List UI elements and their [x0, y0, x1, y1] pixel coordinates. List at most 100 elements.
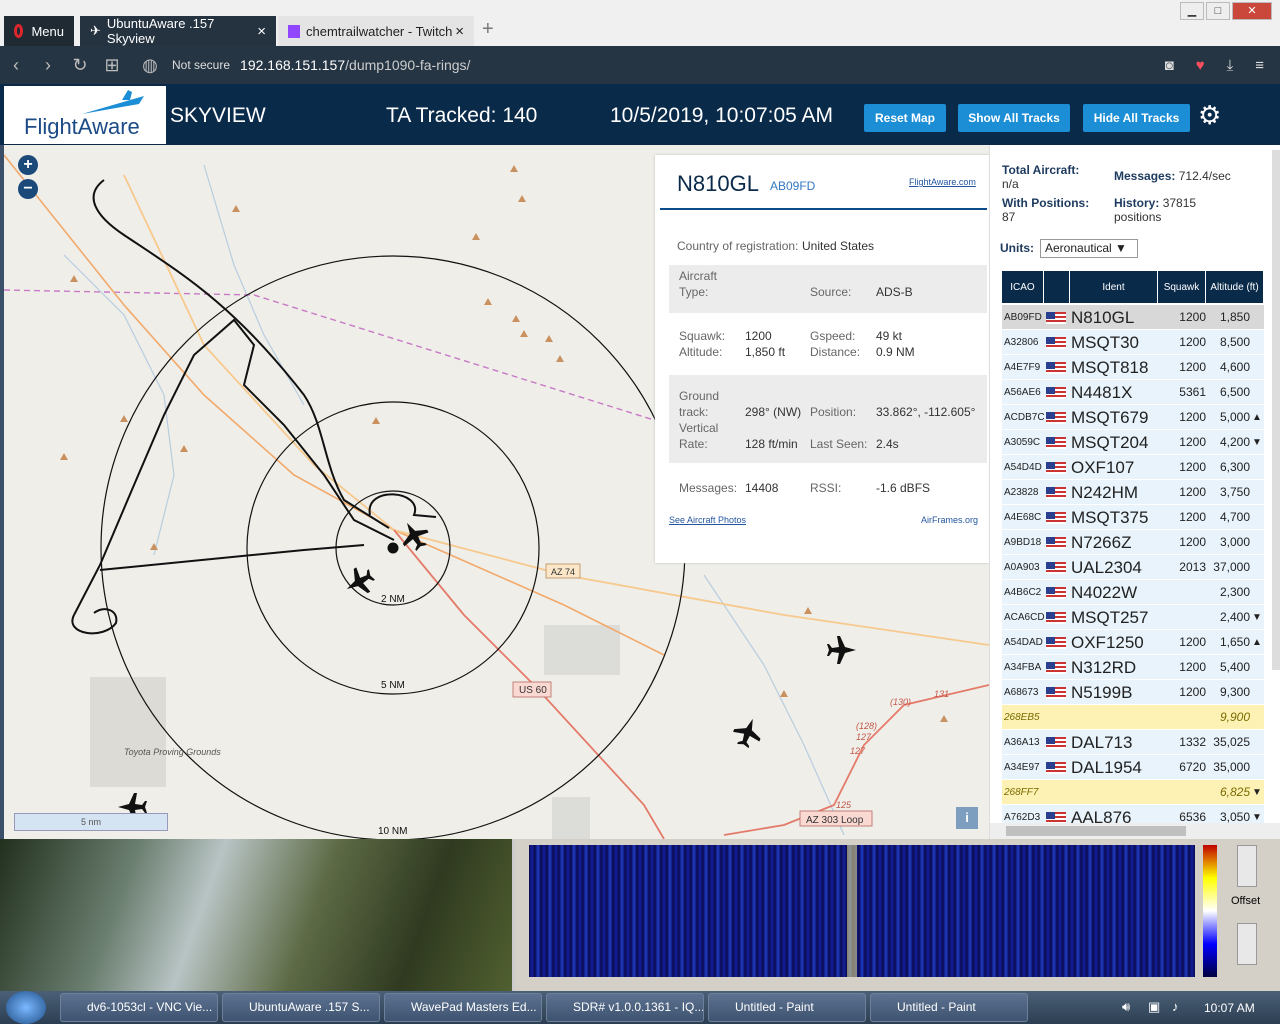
- col-altitude[interactable]: Altitude (ft): [1206, 271, 1264, 303]
- cell-ident: MSQT818: [1071, 358, 1149, 377]
- gspeed-label: Gspeed:: [810, 329, 856, 343]
- flightaware-link[interactable]: FlightAware.com: [909, 177, 976, 187]
- taskbar-item-browser[interactable]: UbuntuAware .157 S...: [222, 993, 380, 1022]
- new-tab-button[interactable]: +: [482, 18, 494, 41]
- table-row[interactable]: A4E68C MSQT375 1200 4,700: [1002, 505, 1264, 530]
- opera-menu-button[interactable]: Menu: [4, 16, 74, 46]
- start-button[interactable]: [6, 991, 46, 1024]
- aircraft-icon[interactable]: [395, 516, 434, 555]
- gain-slider[interactable]: [1237, 845, 1257, 887]
- taskbar-item-sdr[interactable]: SDR# v1.0.0.1361 - IQ...: [546, 993, 704, 1022]
- col-squawk[interactable]: Squawk: [1158, 271, 1206, 303]
- back-icon[interactable]: ‹: [0, 55, 32, 76]
- table-row[interactable]: A54D4D OXF107 1200 6,300: [1002, 455, 1264, 480]
- horizontal-scrollbar[interactable]: [990, 823, 1280, 839]
- logo-text: FlightAware: [24, 114, 140, 139]
- taskbar-item-paint[interactable]: Untitled - Paint: [708, 993, 866, 1022]
- download-icon[interactable]: ⤓: [1227, 57, 1234, 74]
- table-row[interactable]: A4E7F9 MSQT818 1200 4,600: [1002, 355, 1264, 380]
- table-row[interactable]: 268EB5 9,900: [1002, 705, 1264, 730]
- browser-tab-bar: Menu ✈ UbuntuAware .157 Skyview × chemtr…: [0, 0, 1280, 46]
- tab-twitch[interactable]: chemtrailwatcher - Twitch ×: [278, 16, 474, 46]
- taskbar-item-vnc[interactable]: dv6-1053cl - VNC Vie...: [60, 993, 218, 1022]
- taskbar-clock[interactable]: 10:07 AM: [1204, 1001, 1255, 1015]
- table-row[interactable]: A3059C MSQT204 1200 4,200 ▼: [1002, 430, 1264, 455]
- aircraft-icon[interactable]: [340, 562, 379, 601]
- cell-altitude: 5,000: [1219, 410, 1250, 424]
- taskbar-item-wavepad[interactable]: WavePad Masters Ed...: [384, 993, 542, 1022]
- scroll-thumb[interactable]: [1006, 826, 1186, 836]
- squawk-value: 1200: [745, 329, 772, 343]
- cell-altitude: 37,000: [1213, 560, 1250, 574]
- heart-icon[interactable]: ♥: [1196, 57, 1205, 74]
- camera-icon[interactable]: ◙: [1165, 57, 1174, 74]
- maximize-button[interactable]: □: [1206, 2, 1230, 20]
- cell-icao: A9BD18: [1004, 537, 1042, 548]
- table-row[interactable]: A56AE6 N4481X 5361 6,500: [1002, 380, 1264, 405]
- sdr-waterfall-display[interactable]: [529, 845, 1195, 977]
- table-row[interactable]: A68673 N5199B 1200 9,300: [1002, 680, 1264, 705]
- table-row[interactable]: A34E97 DAL1954 6720 35,000: [1002, 755, 1264, 780]
- hide-all-tracks-button[interactable]: Hide All Tracks: [1083, 104, 1190, 132]
- security-indicator[interactable]: Not secure: [172, 58, 230, 72]
- road-label: AZ 303 Loop: [806, 815, 864, 826]
- taskbar-item-paint-2[interactable]: Untitled - Paint: [870, 993, 1028, 1022]
- vertical-scrollbar[interactable]: [1272, 150, 1280, 670]
- col-ident[interactable]: Ident: [1070, 271, 1158, 303]
- cell-altitude: 6,300: [1219, 460, 1250, 474]
- minimize-button[interactable]: ▁: [1180, 2, 1204, 20]
- us-flag-icon: [1046, 587, 1066, 599]
- easy-setup-icon[interactable]: ≡: [1255, 57, 1264, 74]
- map-info-button[interactable]: i: [956, 807, 978, 829]
- volume-icon[interactable]: 🔊︎: [1122, 999, 1130, 1015]
- speed-dial-icon[interactable]: ⊞: [96, 55, 128, 76]
- us-flag-icon: [1046, 687, 1066, 699]
- url-path: /dump1090-fa-rings/: [345, 57, 471, 73]
- speaker-icon[interactable]: ♪: [1172, 999, 1179, 1014]
- table-row[interactable]: A9BD18 N7266Z 1200 3,000: [1002, 530, 1264, 555]
- zoom-out-button[interactable]: −: [18, 179, 38, 199]
- col-flag[interactable]: [1044, 271, 1070, 303]
- tab-close-icon[interactable]: ×: [257, 23, 266, 40]
- selected-aircraft-panel: N810GL AB09FD FlightAware.com Country of…: [655, 155, 989, 563]
- cell-ident: DAL1954: [1071, 758, 1142, 777]
- table-row[interactable]: A23828 N242HM 1200 3,750: [1002, 480, 1264, 505]
- forward-icon[interactable]: ›: [32, 55, 64, 76]
- reload-icon[interactable]: ↻: [64, 55, 96, 76]
- col-icao[interactable]: ICAO: [1002, 271, 1044, 303]
- close-window-button[interactable]: ✕: [1232, 2, 1272, 20]
- url-field[interactable]: 192.168.151.157/dump1090-fa-rings/: [240, 57, 470, 73]
- table-row[interactable]: A34FBA N312RD 1200 5,400: [1002, 655, 1264, 680]
- cell-ident: MSQT204: [1071, 433, 1149, 452]
- table-row[interactable]: 268FF7 6,825 ▼: [1002, 780, 1264, 805]
- table-row[interactable]: A36A13 DAL713 1332 35,025: [1002, 730, 1264, 755]
- country-row: Country of registration: United States: [669, 239, 987, 257]
- cell-icao: A4E68C: [1004, 512, 1042, 523]
- tab-skyview[interactable]: ✈ UbuntuAware .157 Skyview ×: [80, 16, 276, 46]
- table-row[interactable]: A32806 MSQT30 1200 8,500: [1002, 330, 1264, 355]
- network-icon[interactable]: ▣: [1148, 999, 1160, 1015]
- distance-label: Distance:: [810, 345, 861, 359]
- show-all-tracks-button[interactable]: Show All Tracks: [958, 104, 1070, 132]
- airframes-link[interactable]: AirFrames.org: [921, 515, 978, 525]
- place-label: Toyota Proving Grounds: [124, 747, 221, 757]
- units-select[interactable]: Aeronautical ▼: [1040, 239, 1138, 258]
- aircraft-icon[interactable]: [730, 714, 766, 751]
- cell-ident: MSQT375: [1071, 508, 1149, 527]
- zoom-in-button[interactable]: +: [18, 155, 38, 175]
- aircraft-photos-link[interactable]: See Aircraft Photos: [669, 515, 746, 525]
- table-row[interactable]: A54DAD OXF1250 1200 1,650 ▲: [1002, 630, 1264, 655]
- offset-slider[interactable]: [1237, 923, 1257, 965]
- gspeed-value: 49 kt: [876, 329, 903, 343]
- reset-map-button[interactable]: Reset Map: [864, 104, 946, 132]
- table-row[interactable]: ACA6CD MSQT257 2,400 ▼: [1002, 605, 1264, 630]
- aircraft-icon[interactable]: [827, 636, 856, 664]
- gear-icon[interactable]: ⚙: [1198, 100, 1221, 131]
- us-flag-icon: [1046, 462, 1066, 474]
- tab-close-icon[interactable]: ×: [455, 23, 464, 40]
- table-row[interactable]: A4B6C2 N4022W 2,300: [1002, 580, 1264, 605]
- flightaware-logo[interactable]: FlightAware: [4, 86, 166, 144]
- table-row[interactable]: ACDB7C MSQT679 1200 5,000 ▲: [1002, 405, 1264, 430]
- table-row[interactable]: A0A903 UAL2304 2013 37,000: [1002, 555, 1264, 580]
- table-row[interactable]: AB09FD N810GL 1200 1,850: [1002, 305, 1264, 330]
